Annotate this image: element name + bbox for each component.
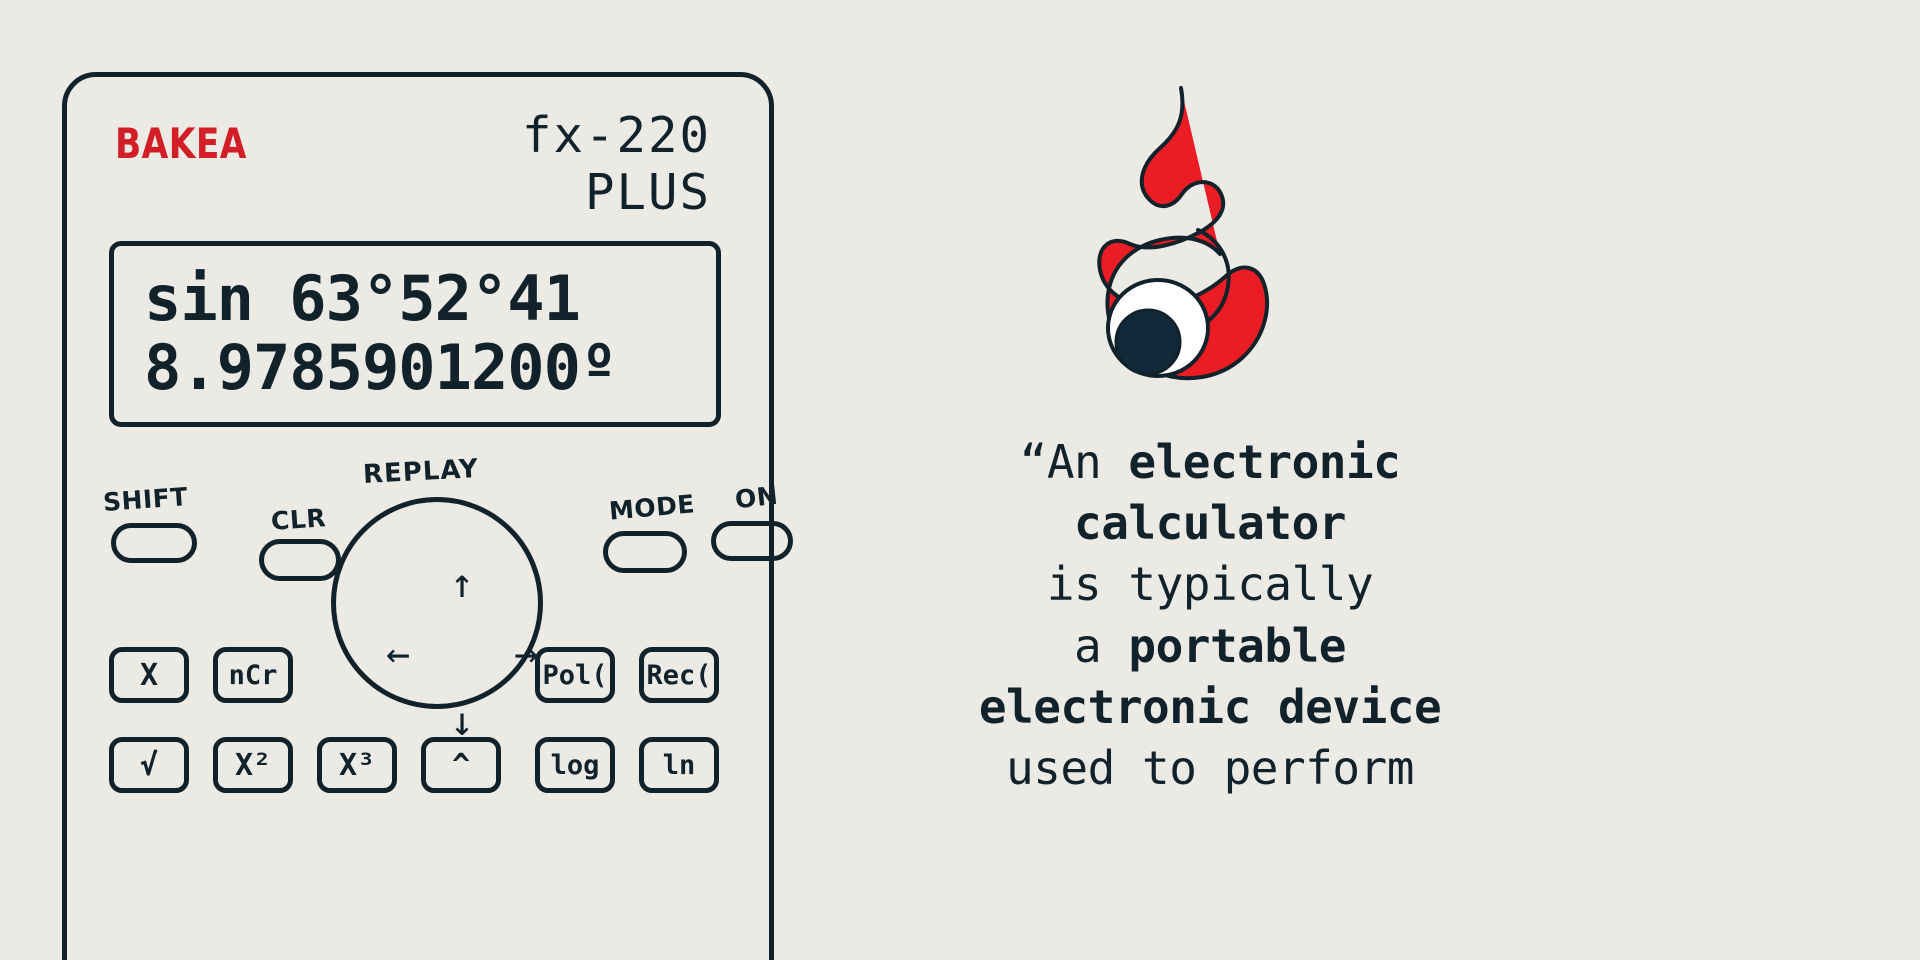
quote-line: is typically <box>900 554 1520 615</box>
key-x3[interactable]: X³ <box>317 737 397 793</box>
calculator-body: BAKEA fx-220 PLUS sin 63°52°41 8.9785901… <box>62 72 793 960</box>
flame-eye-logo <box>1090 80 1310 390</box>
quote-seg: portable <box>1128 618 1346 673</box>
quote-line: calculator <box>900 493 1520 554</box>
shift-button[interactable] <box>111 523 197 563</box>
shift-label: SHIFT <box>102 482 189 517</box>
display-line-1: sin 63°52°41 <box>144 262 581 335</box>
clr-button[interactable] <box>259 539 341 581</box>
key-log[interactable]: log <box>535 737 615 793</box>
model-line-1: fx-220 <box>521 107 711 164</box>
quote-seg: calculator <box>1074 496 1346 551</box>
key-pow[interactable]: ^ <box>421 737 501 793</box>
on-label: ON <box>733 480 780 515</box>
key-pol[interactable]: Pol( <box>535 647 615 703</box>
poster-canvas: BAKEA fx-220 PLUS sin 63°52°41 8.9785901… <box>0 0 1920 960</box>
quote-seg: a <box>1074 618 1129 673</box>
mode-label: MODE <box>607 489 697 526</box>
brand-wordmark: BAKEA <box>115 119 247 168</box>
replay-pad[interactable]: ↑ ↓ ← → <box>331 497 543 742</box>
quote-line: a portable <box>900 616 1520 677</box>
display-line-2: 8.9785901200º <box>144 331 617 405</box>
on-button[interactable] <box>711 521 793 561</box>
key-x2[interactable]: X² <box>213 737 293 793</box>
key-sqrt[interactable]: √ <box>109 737 189 793</box>
quote-line: used to perform <box>900 738 1520 799</box>
quote-seg: “An <box>1019 435 1129 489</box>
key-ncr[interactable]: nCr <box>213 647 293 703</box>
arrow-up-icon[interactable]: ↑ <box>450 564 474 604</box>
model-line-2: PLUS <box>584 164 711 221</box>
key-ln[interactable]: ln <box>639 737 719 793</box>
quote-line: “An electronic <box>900 432 1520 493</box>
quote-seg: electronic device <box>978 679 1442 734</box>
mode-button[interactable] <box>603 531 687 573</box>
quote-line: electronic device <box>900 677 1520 738</box>
key-x[interactable]: X <box>109 647 189 703</box>
quote-seg: electronic <box>1128 435 1401 489</box>
arrow-down-icon[interactable]: ↓ <box>450 702 474 742</box>
quote-seg: used to perform <box>1006 740 1414 795</box>
key-rec[interactable]: Rec( <box>639 647 719 703</box>
quote-seg: is typically <box>1046 557 1374 612</box>
model-name: fx-220 PLUS <box>522 111 711 217</box>
calculator-display: sin 63°52°41 8.9785901200º <box>109 241 721 427</box>
replay-label: REPLAY <box>362 453 480 491</box>
specimen-quote: “An electronic calculator is typically a… <box>900 432 1520 799</box>
arrow-left-icon[interactable]: ← <box>386 634 410 674</box>
clr-label: CLR <box>270 503 327 536</box>
